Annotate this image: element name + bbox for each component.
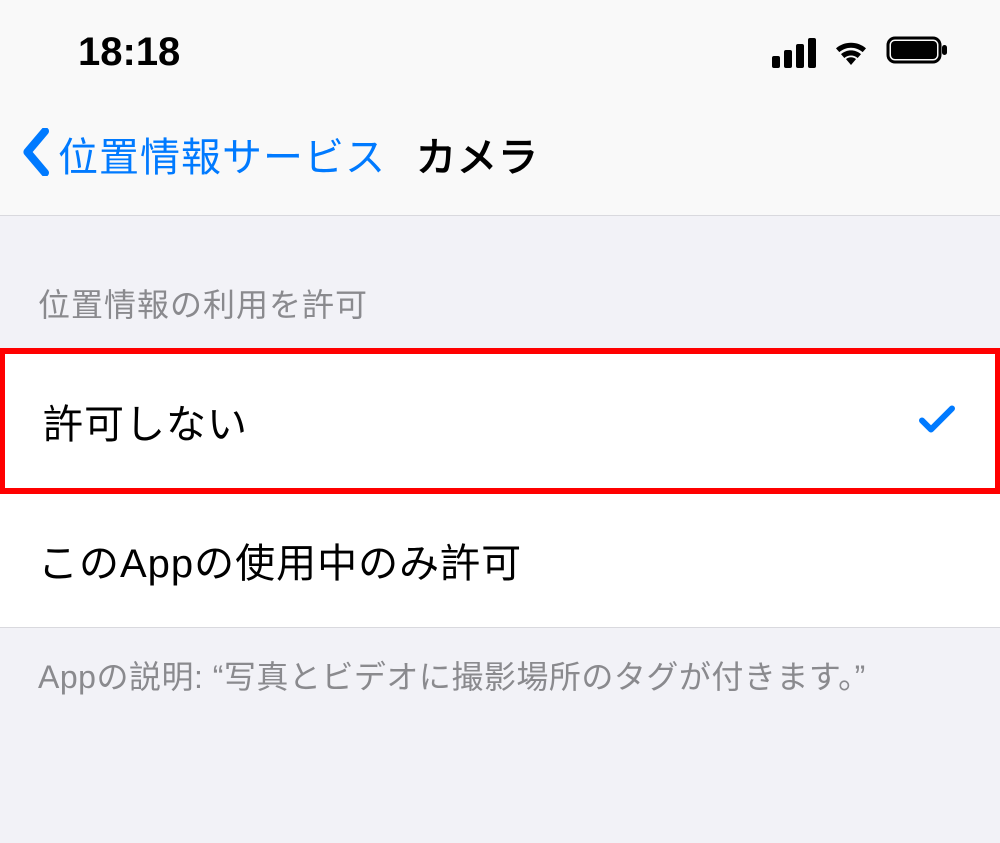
page-title: カメラ [416, 125, 539, 183]
option-while-using[interactable]: このAppの使用中のみ許可 [0, 493, 1000, 627]
status-icons [772, 35, 950, 70]
chevron-left-icon [22, 128, 52, 181]
back-label: 位置情報サービス [58, 125, 386, 183]
checkmark-icon [919, 403, 955, 440]
cellular-signal-icon [772, 38, 816, 68]
battery-icon [886, 35, 950, 70]
content-area: 位置情報の利用を許可 許可しない このAppの使用中のみ許可 Appの説明: “… [0, 216, 1000, 722]
status-bar: 18:18 [0, 0, 1000, 103]
navigation-bar: 位置情報サービス カメラ [0, 103, 1000, 216]
section-header: 位置情報の利用を許可 [0, 216, 1000, 348]
option-label: このAppの使用中のみ許可 [38, 531, 522, 589]
status-time: 18:18 [78, 30, 180, 75]
permission-option-list: 許可しない このAppの使用中のみ許可 [0, 348, 1000, 628]
section-footer: Appの説明: “写真とビデオに撮影場所のタグが付きます。” [0, 628, 1000, 722]
wifi-icon [830, 35, 872, 70]
option-never[interactable]: 許可しない [0, 348, 1000, 494]
option-label: 許可しない [43, 392, 248, 450]
back-button[interactable]: 位置情報サービス [22, 125, 386, 183]
